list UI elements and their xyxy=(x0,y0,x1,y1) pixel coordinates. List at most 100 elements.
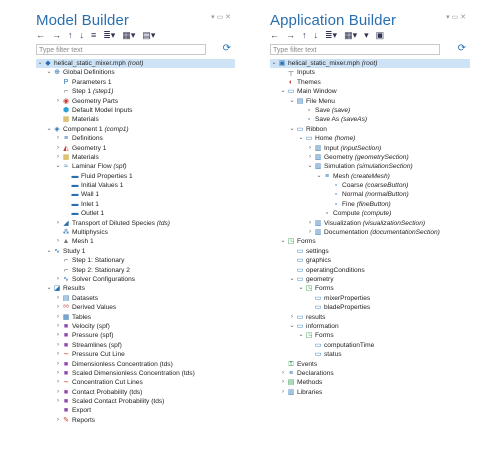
tree-node[interactable]: › ≡ Declarations xyxy=(270,369,470,378)
tree-node[interactable]: › ▤ Datasets xyxy=(36,294,235,303)
toolbar-button-6[interactable]: ▦▾ xyxy=(122,30,135,40)
tree-node[interactable]: › ▥ Documentation (documentationSection) xyxy=(270,228,470,237)
collapse-icon[interactable]: ⌄ xyxy=(270,59,278,68)
collapse-icon[interactable]: ⌄ xyxy=(297,331,305,340)
toolbar-button-4[interactable]: ≣▾ xyxy=(325,30,337,40)
tree-node[interactable]: ⌄ ∿ Study 1 xyxy=(36,247,235,256)
tree-node[interactable]: ▦ Materials xyxy=(36,115,235,124)
expand-icon[interactable]: › xyxy=(54,153,62,162)
tree-node[interactable]: ⌄ ◳ Forms xyxy=(270,331,470,340)
tree-node[interactable]: ⌄ ◪ Results xyxy=(36,284,235,293)
tree-node[interactable]: › ✎ Reports xyxy=(36,416,235,425)
tree-node[interactable]: ┬ Inputs xyxy=(270,68,470,77)
collapse-icon[interactable]: ⌄ xyxy=(297,284,305,293)
tree-node[interactable]: P Parameters 1 xyxy=(36,78,235,87)
tree-node[interactable]: › ▤ Methods xyxy=(270,378,470,387)
tree-node[interactable]: › ◉ Geometry Parts xyxy=(36,97,235,106)
tree-node[interactable]: ▭ bladeProperties xyxy=(270,303,470,312)
expand-icon[interactable]: › xyxy=(54,237,62,246)
tree-node[interactable]: › ■ Pressure (spf) xyxy=(36,331,235,340)
tree-node[interactable]: › ■ Streamlines (spf) xyxy=(36,341,235,350)
collapse-icon[interactable]: ⌄ xyxy=(45,125,53,134)
expand-icon[interactable]: › xyxy=(306,228,314,237)
expand-icon[interactable]: › xyxy=(54,313,62,322)
tree-node[interactable]: › ■ Dimensionless Concentration (tds) xyxy=(36,360,235,369)
toolbar-button-2[interactable]: ↑ xyxy=(68,30,73,40)
expand-icon[interactable]: › xyxy=(306,144,314,153)
tree-node[interactable]: ⬢ Default Model Inputs xyxy=(36,106,235,115)
tree-node[interactable]: ▭ graphics xyxy=(270,256,470,265)
collapse-icon[interactable]: ⌄ xyxy=(288,97,296,106)
tree-node[interactable]: › ◭ Geometry 1 xyxy=(36,144,235,153)
tree-node[interactable]: ⌄ ⊕ Global Definitions xyxy=(36,68,235,77)
tree-node[interactable]: ⌄ ◈ Component 1 (comp1) xyxy=(36,125,235,134)
toolbar-button-6[interactable]: ▾ xyxy=(364,30,369,40)
tree-node[interactable]: ⌄ ▥ Simulation (simulationSection) xyxy=(270,162,470,171)
expand-icon[interactable]: › xyxy=(54,275,62,284)
collapse-icon[interactable]: ⌄ xyxy=(45,284,53,293)
toolbar-button-2[interactable]: ↑ xyxy=(302,30,307,40)
tree-node[interactable]: ▭ settings xyxy=(270,247,470,256)
tree-node[interactable]: ⌄ ▣ helical_static_mixer.mph (root) xyxy=(270,59,470,69)
application-filter-input[interactable]: Type filter text xyxy=(270,44,440,55)
toolbar-button-5[interactable]: ▦▾ xyxy=(344,30,357,40)
collapse-icon[interactable]: ⌄ xyxy=(288,322,296,331)
collapse-icon[interactable]: ⌄ xyxy=(45,68,53,77)
tree-node[interactable]: › ▥ Visualization (visualizationSection) xyxy=(270,219,470,228)
expand-icon[interactable]: › xyxy=(54,416,62,425)
tree-node[interactable]: › ■ Velocity (spf) xyxy=(36,322,235,331)
expand-icon[interactable]: › xyxy=(54,360,62,369)
toolbar-button-0[interactable]: ← xyxy=(270,30,279,40)
expand-icon[interactable]: › xyxy=(54,144,62,153)
collapse-icon[interactable]: ⌄ xyxy=(306,162,314,171)
tree-node[interactable]: › ▲ Mesh 1 xyxy=(36,237,235,246)
tree-node[interactable]: ⌄ ◆ helical_static_mixer.mph (root) xyxy=(36,59,235,69)
collapse-icon[interactable]: ⌄ xyxy=(36,59,44,68)
tree-node[interactable]: › ▥ Input (inputSection) xyxy=(270,144,470,153)
refresh-icon[interactable]: ⟳ xyxy=(458,43,466,54)
toolbar-button-3[interactable]: ↓ xyxy=(80,30,85,40)
expand-icon[interactable]: › xyxy=(54,322,62,331)
collapse-icon[interactable]: ⌄ xyxy=(54,162,62,171)
tree-node[interactable]: ⌄ ◳ Forms xyxy=(270,284,470,293)
tree-node[interactable]: › ⁸⁸ Derived Values xyxy=(36,303,235,312)
tree-node[interactable]: ⌄ ▤ File Menu xyxy=(270,97,470,106)
tree-node[interactable]: ⌄ ▭ Main Window xyxy=(270,87,470,96)
tree-node[interactable]: › ∿ Solver Configurations xyxy=(36,275,235,284)
tree-node[interactable]: ⌐ Step 1: Stationary xyxy=(36,256,235,265)
toolbar-button-7[interactable]: ▣ xyxy=(376,30,385,40)
collapse-icon[interactable]: ⌄ xyxy=(279,237,287,246)
tree-node[interactable]: ▫ Coarse (coarseButton) xyxy=(270,181,470,190)
toolbar-button-1[interactable]: → xyxy=(52,30,61,40)
tree-node[interactable]: ⌐ Step 2: Stationary 2 xyxy=(36,266,235,275)
tree-node[interactable]: › ▦ Materials xyxy=(36,153,235,162)
toolbar-button-0[interactable]: ← xyxy=(36,30,45,40)
expand-icon[interactable]: › xyxy=(54,134,62,143)
tree-node[interactable]: ▬ Inlet 1 xyxy=(36,200,235,209)
refresh-icon[interactable]: ⟳ xyxy=(223,43,231,54)
tree-node[interactable]: ▬ Fluid Properties 1 xyxy=(36,172,235,181)
expand-icon[interactable]: › xyxy=(306,219,314,228)
tree-node[interactable]: ▫ Normal (normalButton) xyxy=(270,190,470,199)
tree-node[interactable]: › ▥ Geometry (geometrySection) xyxy=(270,153,470,162)
tree-node[interactable]: › ▥ Libraries xyxy=(270,388,470,397)
tree-node[interactable]: ▭ computationTime xyxy=(270,341,470,350)
tree-node[interactable]: › ▭ results xyxy=(270,313,470,322)
tree-node[interactable]: ⁂ Multiphysics xyxy=(36,228,235,237)
toolbar-button-7[interactable]: ▤▾ xyxy=(142,30,155,40)
toolbar-button-4[interactable]: ≡ xyxy=(91,30,96,40)
expand-icon[interactable]: › xyxy=(54,294,62,303)
collapse-icon[interactable]: ⌄ xyxy=(297,134,305,143)
tree-node[interactable]: › ≡ Definitions xyxy=(36,134,235,143)
tree-node[interactable]: › ◢ Transport of Diluted Species (tds) xyxy=(36,219,235,228)
collapse-icon[interactable]: ⌄ xyxy=(279,87,287,96)
model-filter-input[interactable]: Type filter text xyxy=(36,44,206,55)
panel-menu-icon[interactable]: ▾ ▭ ✕ xyxy=(211,13,231,21)
expand-icon[interactable]: › xyxy=(288,313,296,322)
tree-node[interactable]: ⌄ ≡ Mesh (createMesh) xyxy=(270,172,470,181)
tree-node[interactable]: ▭ status xyxy=(270,350,470,359)
tree-node[interactable]: ▬ Initial Values 1 xyxy=(36,181,235,190)
tree-node[interactable]: ■ Export xyxy=(36,406,235,415)
expand-icon[interactable]: › xyxy=(306,153,314,162)
tree-node[interactable]: ▫ Compute (compute) xyxy=(270,209,470,218)
